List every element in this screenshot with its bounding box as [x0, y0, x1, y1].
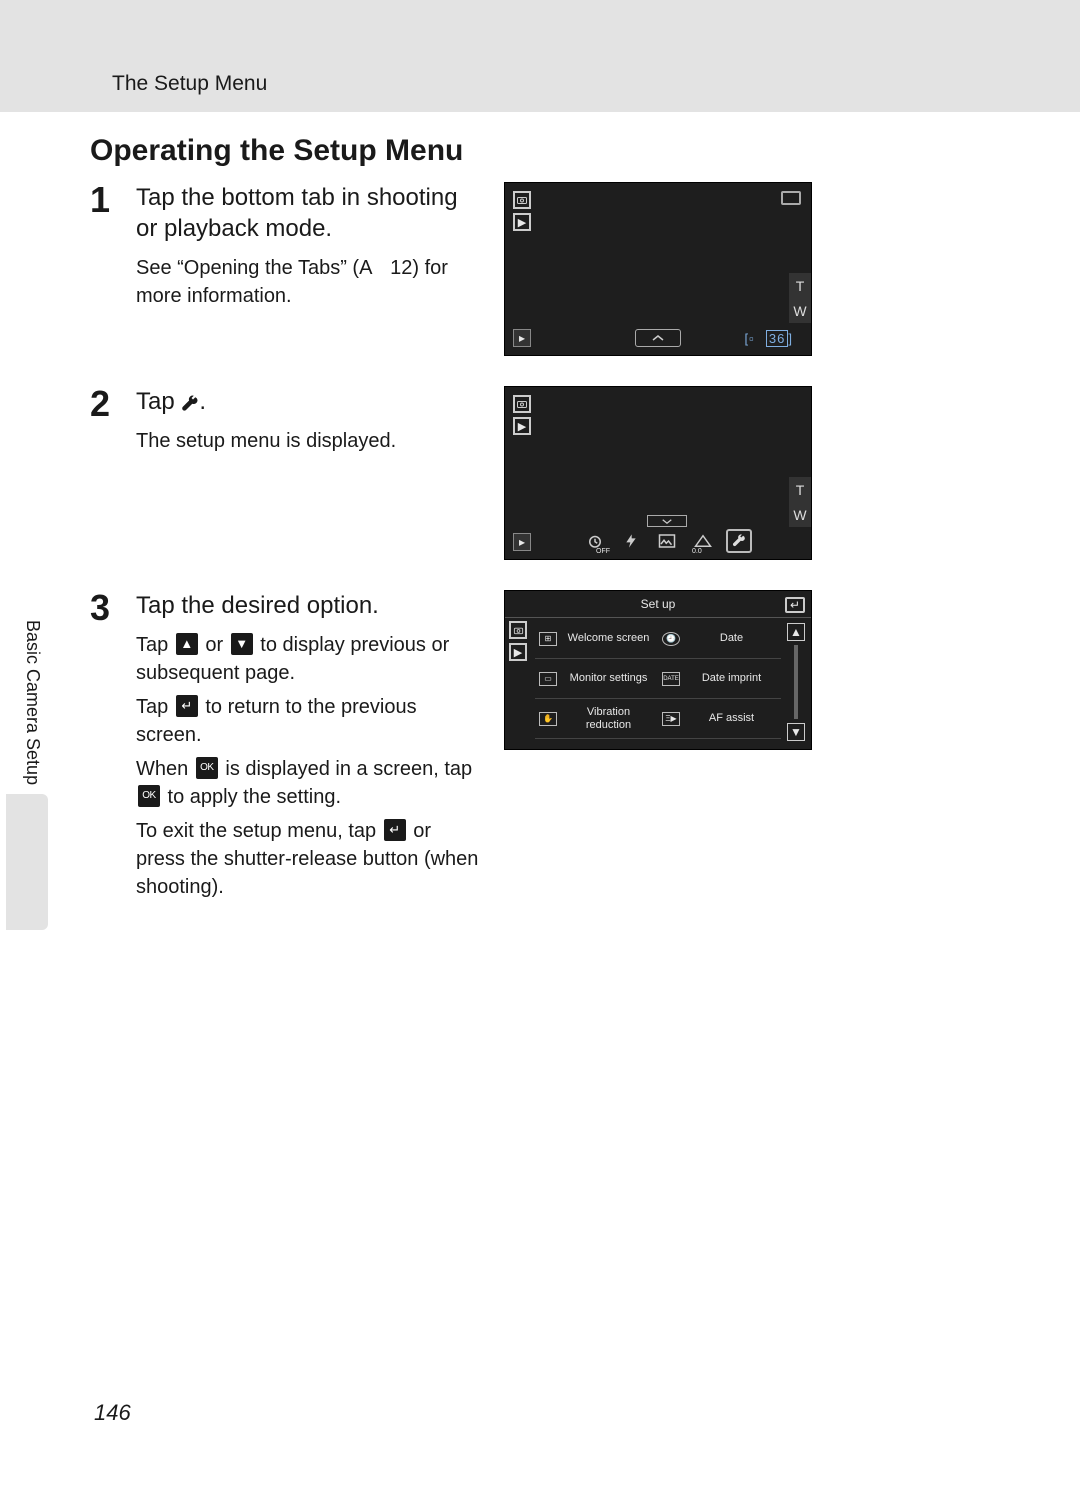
flash-icon: [618, 529, 644, 553]
step-desc-line: Tap ▲ or ▼ to display previous or subseq…: [136, 631, 484, 687]
page-header: The Setup Menu: [0, 0, 1080, 112]
step-desc-line: Tap ↵ to return to the previous screen.: [136, 693, 484, 749]
step-title: Tap the bottom tab in shooting or playba…: [136, 182, 484, 244]
step-number: 1: [90, 182, 136, 356]
screen-illustration-3: Set up ▶ ↵ ▲ ▼ ⊞ Welcome screen: [504, 590, 812, 750]
step-2: 2 Tap . The setup menu is displayed. ▶ T…: [90, 386, 840, 560]
screen-illustration-2: ▶ T W ▸ OFF: [504, 386, 812, 560]
step-desc: The setup menu is displayed.: [136, 427, 484, 455]
setup-item-welcome: ⊞ Welcome screen: [535, 619, 658, 659]
zoom-control: T W: [789, 273, 811, 323]
page-heading: Operating the Setup Menu: [90, 134, 1080, 168]
battery-icon: [781, 191, 801, 205]
self-timer-icon: OFF: [582, 529, 608, 553]
frame-counter: [▫ 36]: [744, 330, 793, 347]
bottom-tab-handle: ▸: [513, 329, 531, 347]
zoom-w: W: [789, 502, 811, 527]
playback-icon: ▶: [513, 417, 531, 435]
scene-mode-icon: [654, 529, 680, 553]
zoom-t: T: [789, 477, 811, 502]
welcome-screen-icon: ⊞: [539, 632, 557, 646]
side-tab-bg: [6, 794, 48, 930]
step-number: 3: [90, 590, 136, 907]
screen-illustration-1: ▶ T W ▸ [▫ 36]: [504, 182, 812, 356]
setup-item-date-imprint: DATE Date imprint: [658, 659, 781, 699]
camera-icon: [509, 621, 527, 639]
zoom-w: W: [789, 298, 811, 323]
camera-icon: [513, 191, 531, 209]
wrench-icon: [181, 391, 199, 411]
bottom-tab-handle: ▸: [513, 533, 531, 551]
scroll-up-icon: ▲: [787, 623, 805, 641]
zoom-control: T W: [789, 477, 811, 527]
camera-icon: [513, 395, 531, 413]
header-title: The Setup Menu: [112, 72, 267, 95]
vibration-reduction-icon: ✋: [539, 712, 557, 726]
step-3: 3 Tap the desired option. Tap ▲ or ▼ to …: [90, 590, 840, 907]
up-arrow-icon: ▲: [176, 633, 198, 655]
step-desc-line: To exit the setup menu, tap ↵ or press t…: [136, 817, 484, 901]
back-icon: ↵: [176, 695, 198, 717]
wrench-tab-icon: [726, 529, 752, 553]
setup-screen-title: Set up: [505, 591, 811, 618]
collapse-tab-icon: [647, 515, 687, 527]
expand-tab-icon: [635, 329, 681, 347]
scroll-down-icon: ▼: [787, 723, 805, 741]
exposure-comp-icon: 0.0: [690, 529, 716, 553]
zoom-t: T: [789, 273, 811, 298]
playback-icon: ▶: [513, 213, 531, 231]
step-number: 2: [90, 386, 136, 560]
setup-item-vr: ✋ Vibration reduction: [535, 699, 658, 739]
left-tabs: ▶: [509, 621, 527, 661]
playback-icon: ▶: [509, 643, 527, 661]
step-title: Tap .: [136, 386, 484, 417]
step-1: 1 Tap the bottom tab in shooting or play…: [90, 182, 840, 356]
step-title: Tap the desired option.: [136, 590, 484, 621]
setup-item-monitor: ▭ Monitor settings: [535, 659, 658, 699]
date-imprint-icon: DATE: [662, 672, 680, 686]
back-icon: ↵: [384, 819, 406, 841]
side-tab-label: Basic Camera Setup: [18, 612, 47, 793]
scroll-control: ▲ ▼: [787, 623, 805, 741]
down-arrow-icon: ▼: [231, 633, 253, 655]
monitor-settings-icon: ▭: [539, 672, 557, 686]
page-number: 146: [94, 1400, 131, 1426]
clock-icon: 🕘: [662, 632, 680, 646]
setup-item-date: 🕘 Date: [658, 619, 781, 659]
ok-icon: OK: [138, 785, 160, 807]
ok-icon: OK: [196, 757, 218, 779]
af-assist-icon: Ξ▶: [662, 712, 680, 726]
step-desc-line: When OK is displayed in a screen, tap OK…: [136, 755, 484, 811]
step-desc: See “Opening the Tabs” (A 12) for more i…: [136, 254, 484, 310]
steps-container: 1 Tap the bottom tab in shooting or play…: [90, 182, 840, 907]
back-button-icon: ↵: [785, 597, 805, 613]
setup-item-af-assist: Ξ▶ AF assist: [658, 699, 781, 739]
